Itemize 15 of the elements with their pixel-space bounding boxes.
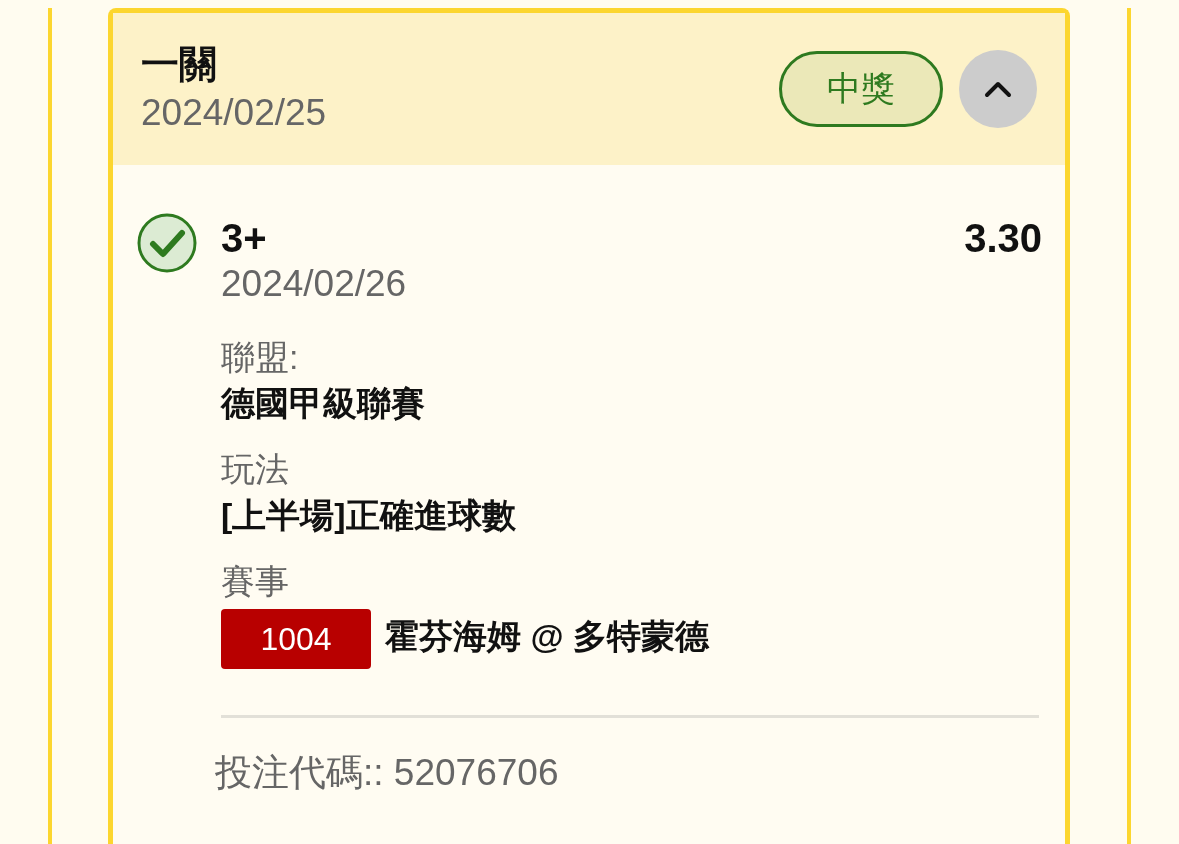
- match-number-tag: 1004: [221, 609, 371, 669]
- odds: 3.30: [964, 215, 1042, 262]
- bet-code: 投注代碼:: 52076706: [215, 751, 560, 795]
- field-value: [上半場]正確進球數: [221, 495, 517, 536]
- match-teams: 霍芬海姆 @ 多特蒙德: [385, 616, 710, 657]
- field-value: 德國甲級聯賽: [221, 383, 426, 424]
- status-badge: 中獎: [779, 51, 943, 127]
- chevron-up-icon: [984, 80, 1012, 98]
- field-label: 玩法: [221, 449, 290, 490]
- bet-date: 2024/02/25: [141, 91, 328, 134]
- bet-type: 一關: [141, 41, 218, 87]
- selection-date: 2024/02/26: [221, 263, 408, 305]
- field-label: 賽事: [221, 561, 290, 602]
- field-label: 聯盟:: [221, 337, 300, 378]
- selection-name: 3+: [221, 215, 268, 262]
